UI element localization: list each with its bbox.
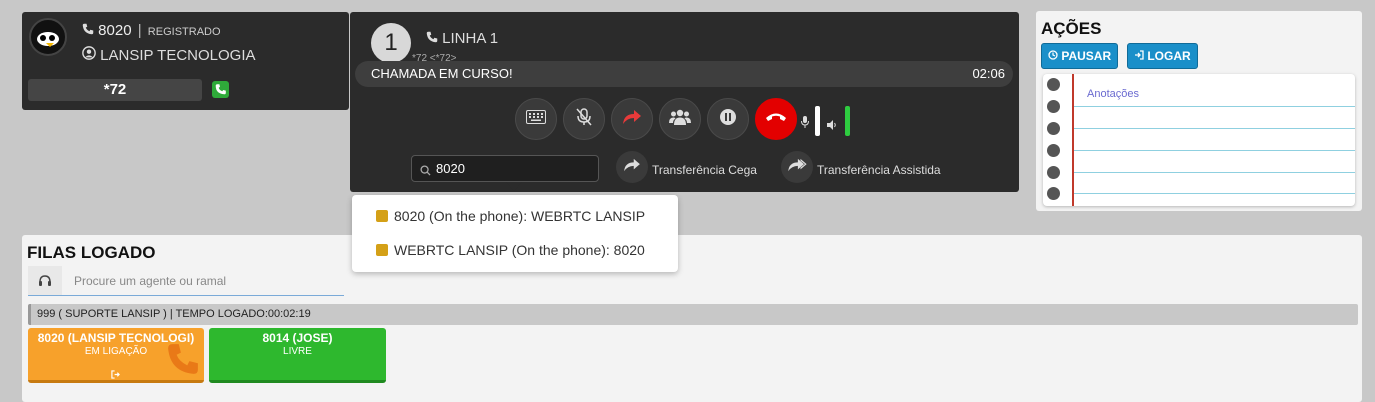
agent-search[interactable]: Procure um agente ou ramal xyxy=(28,266,344,296)
extension-panel: 8020 | REGISTRADO LANSIP TECNOLOGIA *72 xyxy=(22,12,349,110)
agent-card[interactable]: 8014 (JOSE) LIVRE xyxy=(209,328,386,383)
phone-icon xyxy=(426,30,442,47)
forward-button[interactable] xyxy=(611,98,653,140)
line-title: LINHA 1 xyxy=(426,30,498,47)
user-circle-icon xyxy=(82,46,100,64)
notes-area[interactable]: Anotações xyxy=(1043,74,1355,206)
registration-status: REGISTRADO xyxy=(147,26,221,38)
transfer-search-input[interactable] xyxy=(436,161,586,176)
agent-search-placeholder[interactable]: Procure um agente ou ramal xyxy=(74,274,226,288)
assisted-transfer-button[interactable] xyxy=(781,151,813,183)
call-phone-icon[interactable] xyxy=(212,81,229,98)
agent-status: LIVRE xyxy=(283,346,312,357)
blind-transfer-button[interactable] xyxy=(616,151,648,183)
notes-rule xyxy=(1074,128,1355,129)
share-arrow-icon xyxy=(623,158,641,177)
mic-icon xyxy=(801,115,809,133)
line-label: LINHA 1 xyxy=(442,30,499,47)
blind-transfer-label[interactable]: Transferência Cega xyxy=(652,163,757,177)
acoes-panel: AÇÕES PAUSAR LOGAR Anotações xyxy=(1036,11,1362,211)
search-icon xyxy=(420,163,431,181)
logout-icon[interactable] xyxy=(111,366,120,380)
company-name: LANSIP TECNOLOGIA xyxy=(100,47,256,64)
agent-card[interactable]: 8020 (LANSIP TECNOLOGI) EM LIGAÇÃO xyxy=(28,328,204,383)
call-status-bar: CHAMADA EM CURSO! 02:06 xyxy=(355,61,1013,87)
extension-line: 8020 | REGISTRADO xyxy=(82,22,221,39)
login-label: LOGAR xyxy=(1147,49,1191,63)
company-line: LANSIP TECNOLOGIA xyxy=(82,46,256,64)
notes-rule xyxy=(1074,106,1355,107)
acoes-title: AÇÕES xyxy=(1041,19,1102,38)
mute-button[interactable] xyxy=(563,98,605,140)
binder-hole xyxy=(1047,144,1060,157)
separator: | xyxy=(137,22,142,39)
notes-rule xyxy=(1074,193,1355,194)
agent-name: 8014 (JOSE) xyxy=(262,331,333,345)
suggestion-item[interactable]: 8020 (On the phone): WEBRTC LANSIP xyxy=(376,208,646,224)
binder-hole xyxy=(1047,122,1060,135)
transfer-search[interactable] xyxy=(411,155,599,182)
hold-button[interactable] xyxy=(707,98,749,140)
call-status: CHAMADA EM CURSO! xyxy=(371,66,513,81)
suggestion-item[interactable]: WEBRTC LANSIP (On the phone): 8020 xyxy=(376,242,645,258)
login-button[interactable]: LOGAR xyxy=(1127,43,1198,69)
queues-title: FILAS LOGADO xyxy=(27,243,156,262)
suggestion-label: WEBRTC LANSIP (On the phone): 8020 xyxy=(394,242,645,258)
hangup-icon xyxy=(765,110,787,128)
mic-level-meter[interactable] xyxy=(815,106,820,136)
dropdown-caret xyxy=(506,182,522,191)
clock-icon xyxy=(1048,49,1061,63)
dial-code: *72 xyxy=(28,79,202,101)
binder-hole xyxy=(1047,78,1060,91)
conference-button[interactable] xyxy=(659,98,701,140)
notes-rule xyxy=(1074,150,1355,151)
headset-icon xyxy=(28,266,62,295)
call-timer: 02:06 xyxy=(972,66,1005,81)
mic-muted-icon xyxy=(576,107,592,131)
binder-hole xyxy=(1047,166,1060,179)
double-share-arrow-icon xyxy=(787,158,807,177)
keypad-icon xyxy=(526,109,546,129)
forward-icon xyxy=(622,109,642,130)
phone-icon xyxy=(166,342,200,380)
call-panel: 1 LINHA 1 *72 <*72> CHAMADA EM CURSO! 02… xyxy=(350,12,1019,192)
phone-square-icon xyxy=(376,244,388,256)
notes-placeholder: Anotações xyxy=(1087,88,1139,100)
transfer-suggestions: 8020 (On the phone): WEBRTC LANSIP WEBRT… xyxy=(352,195,678,272)
extension-number: 8020 xyxy=(98,22,132,39)
speaker-level-meter[interactable] xyxy=(845,106,850,136)
queue-info-bar: 999 ( SUPORTE LANSIP ) | TEMPO LOGADO:00… xyxy=(28,304,1358,325)
avatar xyxy=(29,18,67,56)
group-icon xyxy=(669,109,691,130)
phone-square-icon xyxy=(376,210,388,222)
phone-icon xyxy=(82,22,98,39)
sign-in-icon xyxy=(1134,49,1147,63)
notes-margin-line xyxy=(1072,74,1074,206)
assisted-transfer-label[interactable]: Transferência Assistida xyxy=(817,163,941,177)
suggestion-label: 8020 (On the phone): WEBRTC LANSIP xyxy=(394,208,646,224)
hangup-button[interactable] xyxy=(755,98,797,140)
keypad-button[interactable] xyxy=(515,98,557,140)
binder-hole xyxy=(1047,100,1060,113)
speaker-icon xyxy=(827,117,837,135)
pause-button[interactable]: PAUSAR xyxy=(1041,43,1119,69)
notes-rule xyxy=(1074,172,1355,173)
line-number-badge: 1 xyxy=(371,23,411,63)
binder-hole xyxy=(1047,187,1060,200)
pause-icon xyxy=(719,108,737,131)
pause-label: PAUSAR xyxy=(1061,49,1112,63)
queues-panel: FILAS LOGADO Procure um agente ou ramal … xyxy=(22,235,1362,402)
